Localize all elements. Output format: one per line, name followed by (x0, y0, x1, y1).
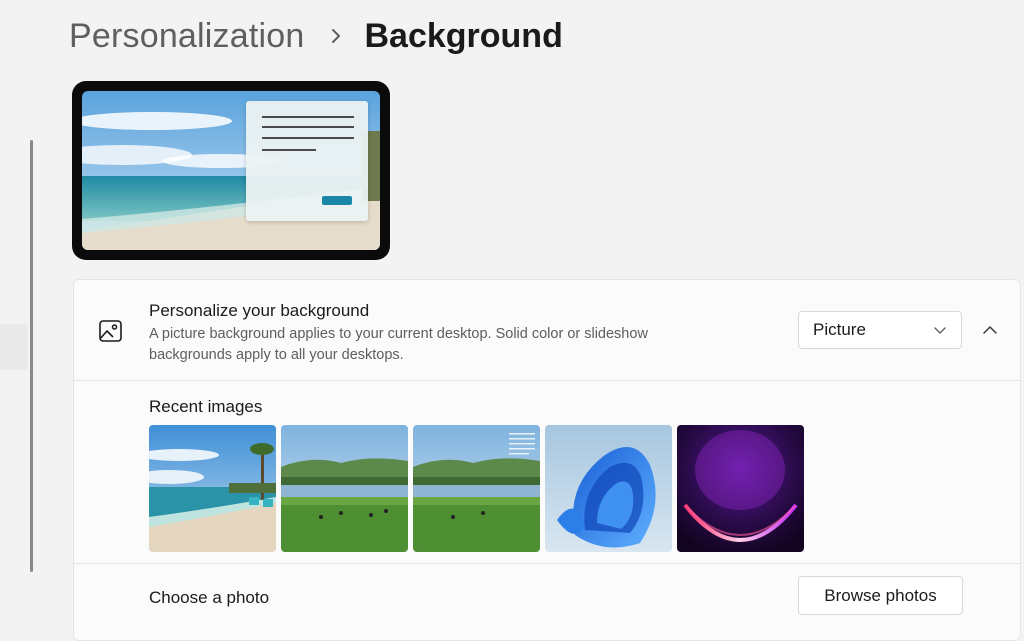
collapse-button[interactable] (970, 314, 1010, 346)
personalize-title: Personalize your background (149, 301, 370, 320)
recent-image-green-valley[interactable] (281, 425, 408, 552)
desktop-preview (72, 81, 390, 260)
chevron-down-icon (934, 327, 946, 334)
recent-image-purple-glow[interactable] (677, 425, 804, 552)
page-title: Background (364, 16, 563, 55)
preview-window-mockup (246, 101, 368, 221)
breadcrumb: Personalization Background (69, 14, 563, 58)
breadcrumb-personalization[interactable]: Personalization (69, 17, 304, 56)
choose-photo-label: Choose a photo (149, 588, 270, 607)
recent-images-section: Recent images (74, 381, 1020, 564)
personalize-background-header[interactable]: Personalize your background A picture ba… (74, 280, 1020, 381)
recent-image-windows-bloom[interactable] (545, 425, 672, 552)
sidebar-selected-item[interactable] (0, 324, 28, 370)
background-type-dropdown[interactable]: Picture (798, 311, 962, 349)
recent-images-list (149, 425, 804, 552)
chevron-up-icon (983, 326, 997, 334)
picture-icon (99, 320, 122, 342)
recent-image-green-valley-overlay[interactable] (413, 425, 540, 552)
chevron-right-icon (332, 29, 341, 43)
browse-photos-button[interactable]: Browse photos (798, 576, 963, 615)
recent-images-label: Recent images (149, 397, 263, 416)
sidebar-scrollbar[interactable] (30, 140, 33, 572)
dropdown-selected-value: Picture (813, 320, 866, 339)
personalize-background-card: Personalize your background A picture ba… (73, 279, 1021, 641)
preview-wallpaper (82, 91, 380, 250)
personalize-description: A picture background applies to your cur… (149, 326, 648, 363)
recent-image-beach[interactable] (149, 425, 276, 552)
